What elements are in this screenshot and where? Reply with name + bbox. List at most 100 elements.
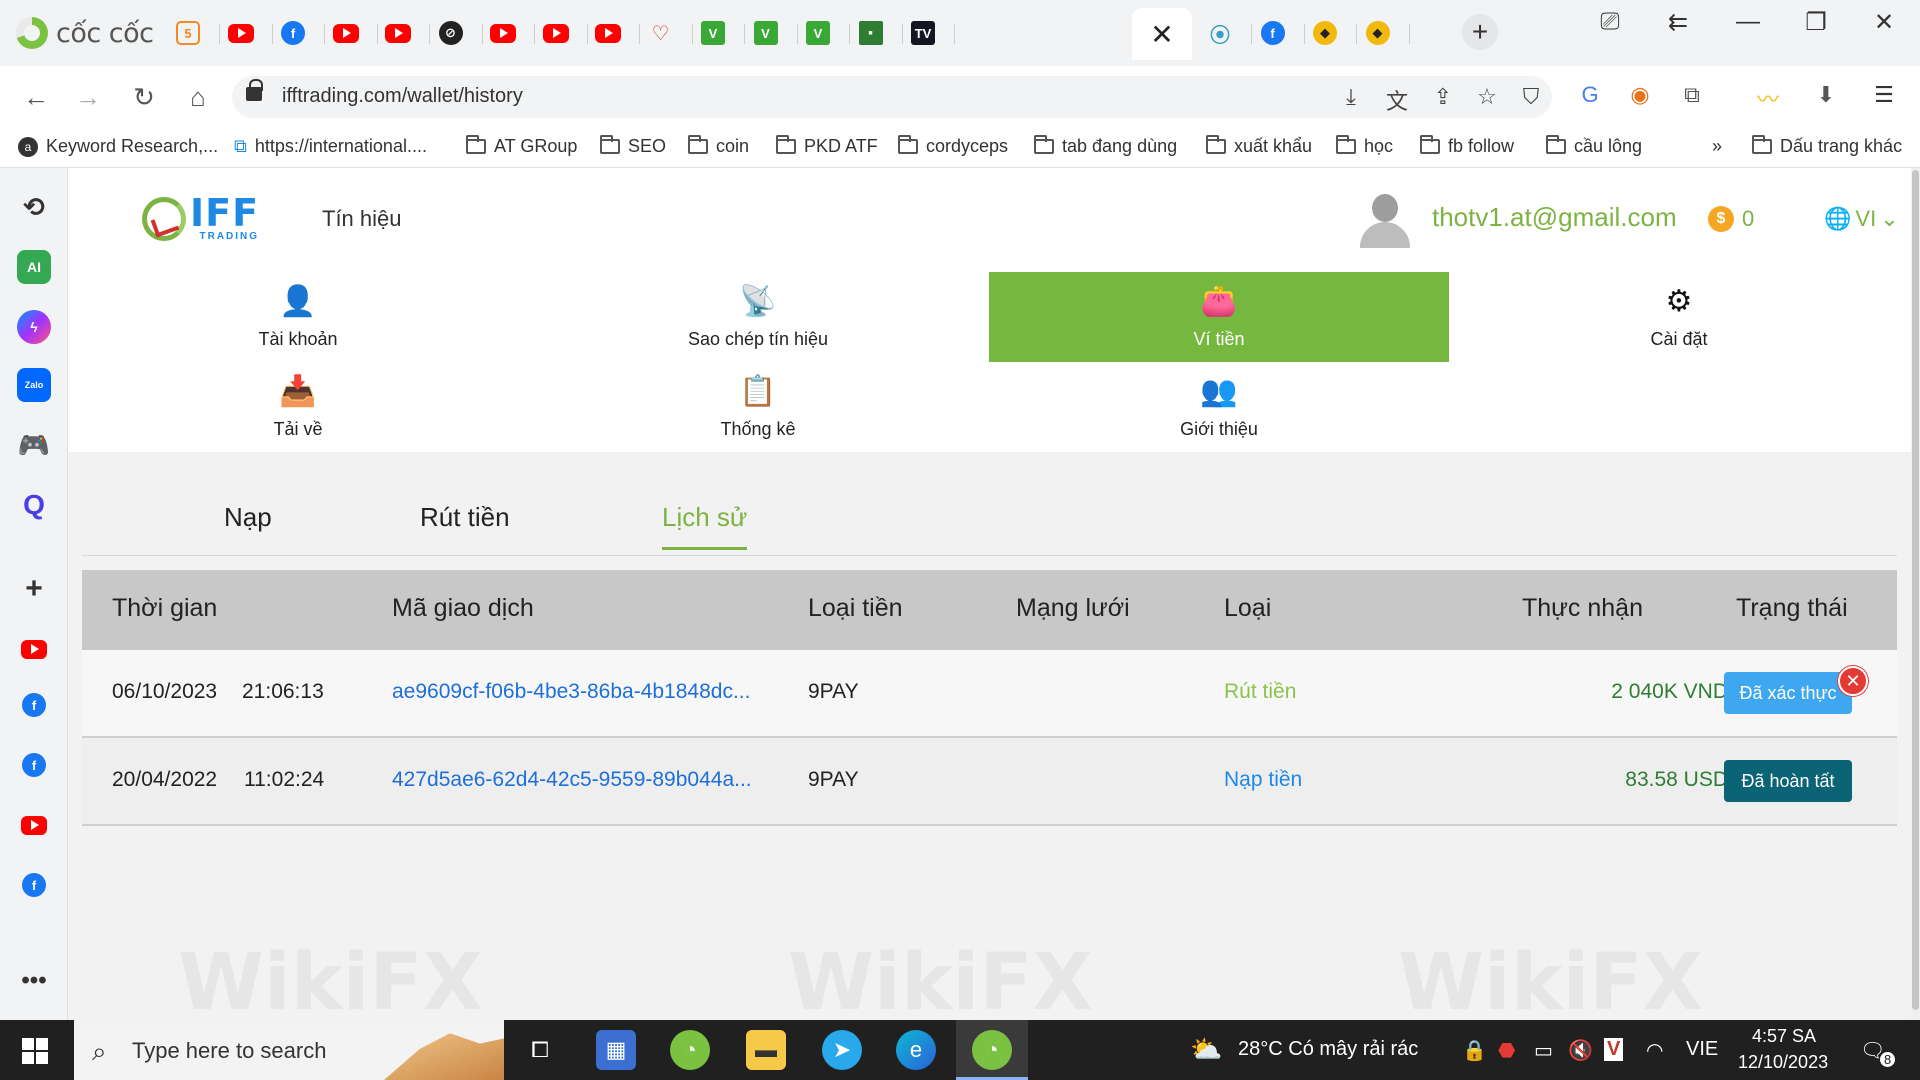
avatar[interactable] bbox=[1358, 192, 1410, 248]
add-sidebar-icon[interactable]: + bbox=[17, 572, 51, 606]
browser-tab[interactable]: V bbox=[798, 16, 850, 50]
browser-tab[interactable]: ⦿ bbox=[1200, 16, 1252, 50]
forward-arrow-icon[interactable]: → bbox=[70, 82, 106, 113]
shield-icon[interactable]: ⛉ bbox=[1516, 84, 1546, 110]
clock-date[interactable]: 12/10/2023 bbox=[1738, 1052, 1828, 1073]
menu-item-copy-signal[interactable]: 📡 Sao chép tín hiệu bbox=[528, 272, 988, 362]
status-badge-confirmed[interactable]: Đã xác thực bbox=[1724, 672, 1852, 714]
bookmark-folder[interactable]: cầu lông bbox=[1546, 135, 1642, 157]
scrollbar-thumb[interactable] bbox=[1912, 170, 1919, 1010]
language-selector[interactable]: 🌐 VI ⌄ bbox=[1824, 206, 1899, 232]
volume-muted-icon[interactable]: 🔇 bbox=[1568, 1038, 1593, 1063]
nav-signal-link[interactable]: Tín hiệu bbox=[322, 206, 402, 232]
weather-icon[interactable]: ⛅ bbox=[1190, 1034, 1222, 1065]
wifi-icon[interactable]: ◠ bbox=[1646, 1038, 1663, 1063]
profile-icon[interactable]: 〰 bbox=[1752, 82, 1784, 114]
windows-start-icon[interactable] bbox=[22, 1038, 48, 1064]
bookmark-item[interactable]: ⧉ https://international.... bbox=[234, 136, 427, 157]
vietkey-icon[interactable]: V bbox=[1604, 1038, 1624, 1061]
zalo-icon[interactable]: Zalo bbox=[17, 368, 51, 402]
browser-tab[interactable]: ■ bbox=[851, 16, 903, 50]
battery-icon[interactable]: ▭ bbox=[1534, 1038, 1553, 1063]
bookmark-item[interactable]: a Keyword Research,... bbox=[18, 136, 218, 157]
share-icon[interactable]: ⇪ bbox=[1428, 84, 1458, 110]
download-icon[interactable]: ⬇ bbox=[1810, 82, 1842, 108]
game-controller-icon[interactable]: 🎮 bbox=[17, 428, 51, 462]
menu-item-statistics[interactable]: 📋 Thống kê bbox=[528, 362, 988, 452]
menu-item-account[interactable]: 👤 Tài khoản bbox=[68, 272, 528, 362]
youtube-icon[interactable] bbox=[17, 632, 51, 666]
status-badge-completed[interactable]: Đã hoàn tất bbox=[1724, 760, 1852, 802]
bookmark-star-icon[interactable]: ☆ bbox=[1472, 84, 1502, 110]
bookmark-folder[interactable]: học bbox=[1336, 135, 1393, 157]
browser-tab[interactable]: f bbox=[1253, 16, 1305, 50]
browser-tab[interactable]: f bbox=[273, 16, 325, 50]
other-bookmarks-folder[interactable]: Dấu trang khác bbox=[1752, 135, 1902, 157]
menu-item-referral[interactable]: 👥 Giới thiệu bbox=[989, 362, 1449, 452]
extension-circle-icon[interactable]: ◉ bbox=[1624, 82, 1656, 108]
url-text[interactable]: ifftrading.com/wallet/history bbox=[282, 85, 523, 108]
browser-tab[interactable] bbox=[221, 16, 273, 50]
translate-icon[interactable]: 文 bbox=[1382, 84, 1412, 116]
restore-button[interactable]: ❐ bbox=[1796, 8, 1836, 37]
close-window-button[interactable]: ✕ bbox=[1864, 8, 1904, 37]
bookmark-folder[interactable]: cordyceps bbox=[898, 135, 1008, 157]
file-explorer-icon[interactable]: ▬ bbox=[746, 1030, 786, 1070]
browser-tab[interactable]: ⊘ bbox=[431, 16, 483, 50]
vpn-lock-icon[interactable]: 🔒 bbox=[1462, 1038, 1487, 1063]
new-tab-button[interactable]: + bbox=[1462, 14, 1498, 50]
iff-trading-logo[interactable]: IFF TRADING bbox=[142, 194, 259, 242]
search-q-icon[interactable]: Q bbox=[17, 488, 51, 522]
coccoc-active-taskbar-icon[interactable]: ◔ bbox=[972, 1030, 1012, 1070]
bookmark-folder[interactable]: SEO bbox=[600, 135, 666, 157]
close-icon[interactable]: ✕ bbox=[1838, 666, 1868, 696]
bookmarks-more-button[interactable]: » bbox=[1712, 136, 1722, 157]
tab-withdraw[interactable]: Rút tiền bbox=[420, 502, 510, 547]
more-dots-icon[interactable]: ••• bbox=[17, 964, 51, 998]
minimize-button[interactable]: — bbox=[1728, 8, 1768, 36]
browser-tab[interactable]: 5 bbox=[168, 16, 220, 50]
calculator-icon[interactable]: ▦ bbox=[596, 1030, 636, 1070]
browser-tab[interactable] bbox=[483, 16, 535, 50]
home-icon[interactable]: ⌂ bbox=[180, 82, 216, 113]
row-tx-id-link[interactable]: ae9609cf-f06b-4be3-86ba-4b1848dc... bbox=[392, 680, 750, 704]
edge-icon[interactable]: e bbox=[896, 1030, 936, 1070]
facebook-icon[interactable]: f bbox=[17, 748, 51, 782]
history-icon[interactable]: ⟲ bbox=[17, 190, 51, 224]
coccoc-logo[interactable]: cốc cốc bbox=[16, 16, 154, 50]
browser-tab[interactable] bbox=[588, 16, 640, 50]
coccoc-taskbar-icon[interactable]: ◔ bbox=[670, 1030, 710, 1070]
address-bar[interactable]: ifftrading.com/wallet/history ⤓ 文 ⇪ ☆ ⛉ bbox=[232, 76, 1552, 118]
telegram-icon[interactable]: ➤ bbox=[822, 1030, 862, 1070]
weather-text[interactable]: 28°C Có mây rải rác bbox=[1238, 1038, 1418, 1061]
security-alert-icon[interactable]: ⬣ bbox=[1498, 1038, 1515, 1063]
page-scrollbar[interactable] bbox=[1911, 168, 1920, 1020]
bookmark-folder[interactable]: tab đang dùng bbox=[1034, 135, 1177, 157]
bookmark-folder[interactable]: AT GRoup bbox=[466, 135, 577, 157]
ai-assistant-icon[interactable]: AI bbox=[17, 250, 51, 284]
bookmark-folder[interactable]: coin bbox=[688, 135, 749, 157]
input-language[interactable]: VIE bbox=[1686, 1038, 1718, 1061]
tab-deposit[interactable]: Nạp bbox=[224, 502, 272, 547]
google-translate-icon[interactable]: G bbox=[1574, 82, 1606, 108]
reload-icon[interactable]: ↻ bbox=[126, 82, 162, 113]
user-email[interactable]: thotv1.at@gmail.com bbox=[1432, 202, 1677, 233]
screenshot-search-icon[interactable]: ⎚ bbox=[1590, 8, 1630, 36]
bookmark-folder[interactable]: xuất khẩu bbox=[1206, 135, 1312, 157]
extensions-puzzle-icon[interactable]: ⧉ bbox=[1676, 82, 1708, 108]
active-tab-close-icon[interactable]: ✕ bbox=[1132, 8, 1192, 60]
browser-tab[interactable]: ◆ bbox=[1358, 16, 1410, 50]
youtube-icon[interactable] bbox=[17, 808, 51, 842]
tab-history[interactable]: Lịch sử bbox=[662, 502, 748, 550]
browser-tab[interactable] bbox=[536, 16, 588, 50]
browser-tab[interactable]: ♡ bbox=[641, 16, 693, 50]
menu-icon[interactable]: ☰ bbox=[1868, 82, 1900, 108]
browser-tab[interactable]: ◆ bbox=[1305, 16, 1357, 50]
messenger-icon[interactable]: ϟ bbox=[17, 310, 51, 344]
task-view-icon[interactable]: ⧠ bbox=[520, 1030, 560, 1070]
row-tx-id-link[interactable]: 427d5ae6-62d4-42c5-9559-89b044a... bbox=[392, 768, 752, 792]
facebook-icon[interactable]: f bbox=[17, 868, 51, 902]
facebook-icon[interactable]: f bbox=[17, 688, 51, 722]
browser-tab[interactable] bbox=[326, 16, 378, 50]
browser-tab[interactable]: TV bbox=[903, 16, 955, 50]
